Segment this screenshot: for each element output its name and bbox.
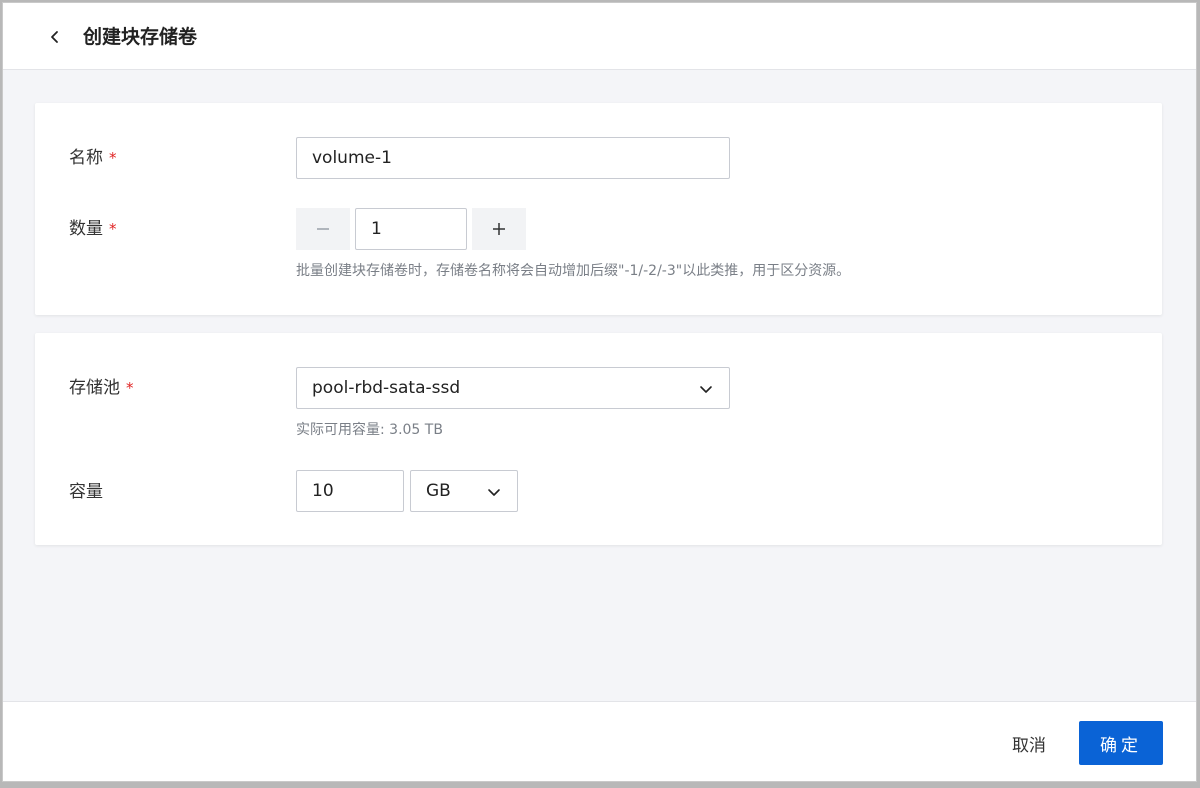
pool-select[interactable]: pool-rbd-sata-ssd [296, 367, 730, 409]
required-mark: * [109, 220, 117, 238]
capacity-unit-select[interactable]: GB [410, 470, 518, 512]
pool-select-value: pool-rbd-sata-ssd [312, 378, 461, 398]
name-label: 名称 * [69, 146, 117, 170]
pool-label: 存储池 * [69, 376, 134, 400]
capacity-unit-value: GB [426, 481, 451, 501]
chevron-down-icon [488, 489, 500, 496]
confirm-button[interactable]: 确定 [1079, 721, 1163, 765]
quantity-input[interactable] [355, 208, 467, 250]
capacity-input[interactable] [296, 470, 404, 512]
cancel-button[interactable]: 取消 [996, 722, 1062, 764]
required-mark: * [126, 379, 134, 397]
dialog-footer: 取消 确定 [3, 701, 1196, 781]
pool-capacity-hint: 实际可用容量: 3.05 TB [296, 422, 443, 438]
quantity-hint: 批量创建块存储卷时，存储卷名称将会自动增加后缀"-1/-2/-3"以此类推，用于… [296, 263, 851, 279]
chevron-left-icon [51, 31, 58, 43]
capacity-label: 容量 [69, 480, 103, 504]
page-header: 创建块存储卷 [3, 3, 1196, 70]
name-label-text: 名称 [69, 148, 103, 168]
back-button[interactable] [41, 23, 69, 51]
increment-button[interactable] [472, 208, 526, 250]
storage-card: 存储池 * pool-rbd-sata-ssd 实际可用容量: 3.05 TB 容… [35, 333, 1162, 545]
capacity-label-text: 容量 [69, 482, 103, 502]
decrement-button[interactable] [296, 208, 350, 250]
basic-info-card: 名称 * 数量 * 批量创建块存储卷时，存储卷名称将会自动增加后缀"-1/-2/-3… [35, 103, 1162, 315]
minus-icon [317, 228, 329, 230]
dialog-window: 创建块存储卷 名称 * 数量 * 批量创建块存储卷时，存储卷名称将会自动增加后缀"-… [2, 2, 1197, 782]
name-input[interactable] [296, 137, 730, 179]
chevron-down-icon [700, 386, 712, 393]
quantity-label: 数量 * [69, 217, 117, 241]
pool-label-text: 存储池 [69, 378, 120, 398]
page-title: 创建块存储卷 [83, 26, 198, 48]
plus-icon [493, 223, 505, 235]
required-mark: * [109, 149, 117, 167]
quantity-label-text: 数量 [69, 219, 103, 239]
